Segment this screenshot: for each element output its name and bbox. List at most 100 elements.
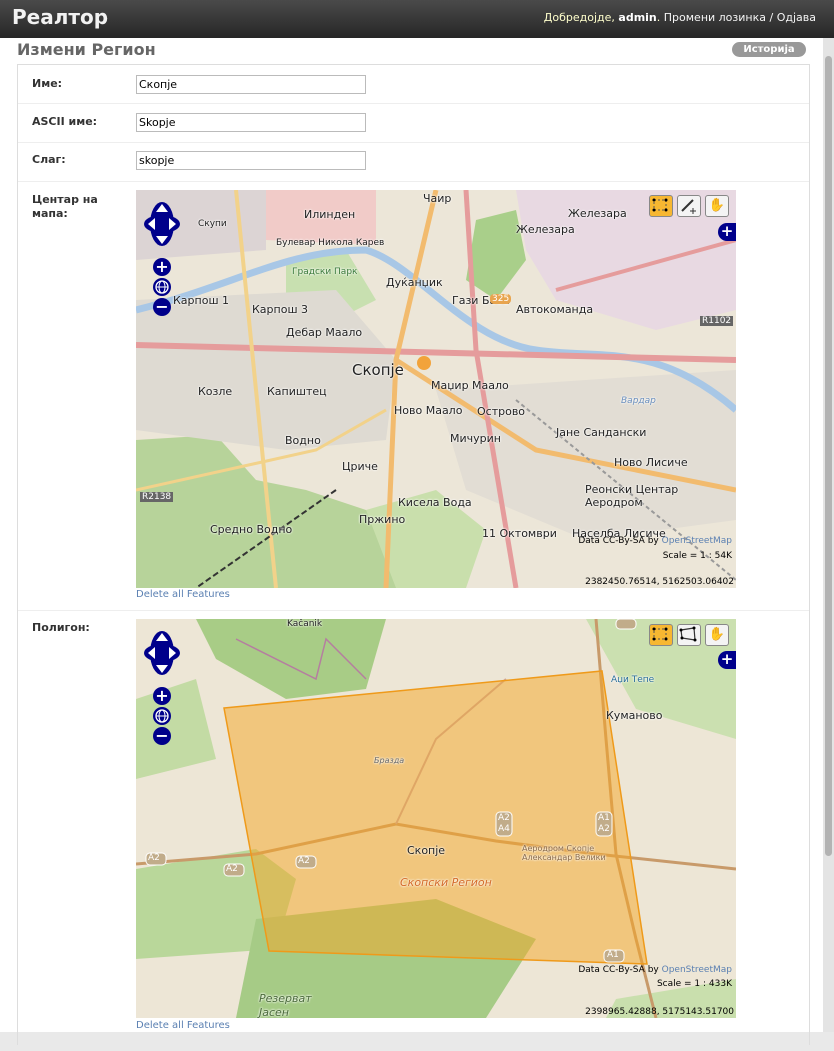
pan-control[interactable] <box>144 627 180 679</box>
center-map-coordinates: 2382450.76514, 5162503.06402 <box>585 577 734 587</box>
zoom-in-icon[interactable]: + <box>153 258 171 276</box>
polygon-delete-link[interactable]: Delete all Features <box>136 1020 230 1031</box>
map-label: Ново Маало <box>394 404 463 417</box>
page-scrollbar[interactable] <box>823 38 834 1032</box>
map-center-row: Центар на мапа: Железара Чаир Илинден Же… <box>18 182 809 611</box>
map-label: Булевар Никола Карев <box>276 238 385 248</box>
change-password-link[interactable]: Промени лозинка <box>664 11 766 24</box>
map-label: A2 <box>148 853 160 863</box>
map-label: A2 <box>498 813 510 823</box>
pan-icon[interactable] <box>144 198 180 250</box>
osm-link[interactable]: OpenStreetMap <box>662 965 732 975</box>
map-label: Дуќанџик <box>386 276 443 289</box>
attribution-prefix: Data CC-By-SA by <box>578 536 659 546</box>
map-label: Резерват Јасен <box>259 992 312 1018</box>
map-label: Мичурин <box>450 432 501 445</box>
site-brand[interactable]: Реалтор <box>12 5 108 29</box>
map-label: A2 <box>598 824 610 834</box>
polygon-map-attribution: Data CC-By-SA by OpenStreetMap <box>578 965 732 975</box>
map-label: Капиштец <box>267 385 327 398</box>
map-label: Скопски Регион <box>400 876 492 889</box>
history-button[interactable]: Историја <box>732 42 806 57</box>
name-field[interactable]: Скопје <box>136 75 366 94</box>
navigate-icon[interactable] <box>649 195 673 217</box>
welcome-text: Добредојде, <box>543 11 615 24</box>
slug-label: Слаг: <box>32 153 66 166</box>
zoom-world-icon[interactable] <box>153 278 171 296</box>
map-label: A2 <box>226 864 238 874</box>
map-label: Козле <box>198 385 233 398</box>
hand-icon[interactable]: ✋ <box>705 624 729 646</box>
zoom-control: + − <box>152 687 172 751</box>
name-label: Име: <box>32 77 63 90</box>
map-label: Карпош 3 <box>252 303 309 316</box>
polygon-label: Полигон: <box>32 621 90 634</box>
center-delete-link[interactable]: Delete all Features <box>136 589 230 600</box>
navigate-icon[interactable] <box>649 624 673 646</box>
ascii-name-field[interactable]: Skopje <box>136 113 366 132</box>
map-label: Аџи Тепе <box>611 675 655 685</box>
map-label: Железара <box>516 223 575 236</box>
map-label: Ново Лисиче <box>614 456 688 469</box>
map-label: Кисела Вода <box>398 496 472 509</box>
form-panel: Име: Скопје ASCII име: Skopje Слаг: skop… <box>17 64 810 1045</box>
map-label: A2 <box>298 856 310 866</box>
layer-switcher-icon[interactable]: + <box>718 651 736 669</box>
map-label: Реонски Центар Аеродром <box>585 483 679 509</box>
zoom-world-icon[interactable] <box>153 707 171 725</box>
map-label: A1 <box>607 950 619 960</box>
draw-path-icon[interactable] <box>677 195 701 217</box>
map-label: Градски Парк <box>292 267 358 277</box>
map-label: Вардар <box>621 396 656 406</box>
top-header: Реалтор Добредојде, admin. Промени лозин… <box>0 0 834 39</box>
scrollbar-thumb[interactable] <box>825 56 832 856</box>
polygon-map-scale: Scale = 1 : 433K <box>656 979 732 989</box>
map-label: Скопје <box>407 844 446 857</box>
attribution-prefix: Data CC-By-SA by <box>578 965 659 975</box>
draw-polygon-icon[interactable] <box>677 624 701 646</box>
map-label: Скопје <box>352 361 404 379</box>
map-label: Маџир Маало <box>431 379 509 392</box>
map-label: Илинден <box>304 208 356 221</box>
map-center-label: Центар на мапа: <box>32 193 98 220</box>
user-tools: Добредојде, admin. Промени лозинка / Одј… <box>543 11 816 24</box>
layer-switcher-icon[interactable]: + <box>718 223 736 241</box>
map-label: A4 <box>498 824 510 834</box>
map-label: A1 <box>598 813 610 823</box>
map-label: Пржино <box>359 513 406 526</box>
center-map-attribution: Data CC-By-SA by OpenStreetMap <box>578 536 732 546</box>
map-label: 325 <box>490 294 512 304</box>
polygon-map[interactable]: Kačanik Аџи Тепе Куманово Скопје Скопски… <box>136 619 736 1018</box>
name-row: Име: Скопје <box>18 65 809 104</box>
map-label: R2138 <box>140 492 174 502</box>
main-content: Измени Регион Историја Име: Скопје ASCII… <box>0 38 823 1045</box>
map-label: Бразда <box>374 756 405 765</box>
slug-field[interactable]: skopje <box>136 151 366 170</box>
pan-control[interactable] <box>144 198 180 250</box>
map-label: Железара <box>568 207 627 220</box>
hand-icon[interactable]: ✋ <box>705 195 729 217</box>
zoom-out-icon[interactable]: − <box>153 727 171 745</box>
center-map-scale: Scale = 1 : 54K <box>662 551 732 561</box>
zoom-out-icon[interactable]: − <box>153 298 171 316</box>
slug-row: Слаг: skopje <box>18 143 809 182</box>
map-label: 11 Октомври <box>482 527 557 540</box>
osm-link[interactable]: OpenStreetMap <box>662 536 732 546</box>
map-label: Острово <box>477 405 526 418</box>
header-separator: / <box>766 11 777 24</box>
map-label: Водно <box>285 434 321 447</box>
map-label: Скупи <box>198 219 227 229</box>
map-label: Аеродром Скопје Александар Велики <box>522 844 606 862</box>
polygon-map-coordinates: 2398965.42888, 5175143.51700 <box>585 1007 734 1017</box>
ascii-name-label: ASCII име: <box>32 115 98 128</box>
username: admin <box>618 11 657 24</box>
map-label: Дебар Маало <box>286 326 363 339</box>
map-label: Автокоманда <box>516 303 594 316</box>
map-label: Јане Сандански <box>556 426 647 439</box>
logout-link[interactable]: Одјава <box>777 11 816 24</box>
page-title: Измени Регион <box>17 40 156 59</box>
ascii-name-row: ASCII име: Skopje <box>18 104 809 143</box>
pan-icon[interactable] <box>144 627 180 679</box>
center-map[interactable]: Железара Чаир Илинден Железара Скупи Бул… <box>136 190 736 588</box>
zoom-in-icon[interactable]: + <box>153 687 171 705</box>
